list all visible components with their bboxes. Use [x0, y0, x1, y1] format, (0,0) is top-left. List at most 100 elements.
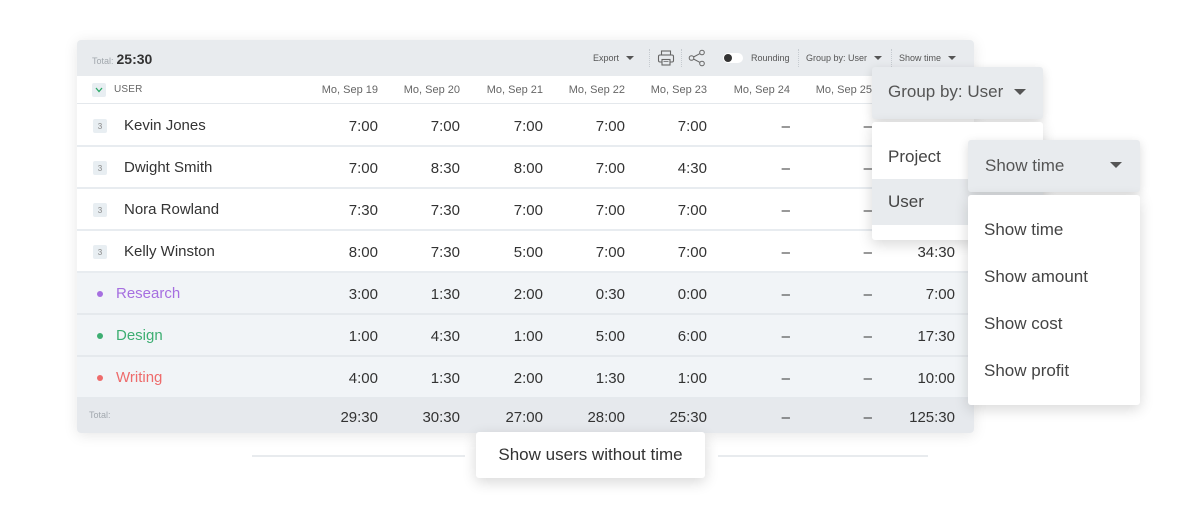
chevron-down-icon	[948, 56, 957, 60]
report-card: Total: 25:30 Export Rounding Group by: U…	[77, 40, 974, 433]
time-cell: –	[781, 286, 790, 303]
option-label: Show time	[984, 220, 1064, 239]
project-color-dot	[97, 333, 103, 339]
time-cell: 30:30	[422, 409, 460, 426]
chevron-down-icon	[95, 87, 103, 93]
share-button[interactable]	[688, 40, 706, 76]
totals-row: Total: 29:30 30:30 27:00 28:00 25:30 – – 125:30	[77, 399, 974, 433]
export-button[interactable]: Export	[593, 40, 635, 76]
row-total-cell: 34:30	[917, 244, 955, 261]
time-cell: 28:00	[587, 409, 625, 426]
time-cell: 1:00	[348, 328, 378, 345]
project-row[interactable]: Writing 4:00 1:30 2:00 1:30 1:00 – – 10:00	[77, 357, 974, 399]
time-cell: 8:30	[430, 160, 460, 177]
option-label: Show profit	[984, 361, 1070, 380]
collapse-toggle[interactable]	[92, 83, 106, 97]
toolbar-divider	[891, 49, 892, 67]
time-cell: 7:00	[348, 118, 378, 135]
time-cell: 7:30	[430, 244, 460, 261]
toolbar-divider	[681, 49, 682, 67]
toolbar-total-label: Total:	[92, 56, 114, 66]
time-cell: 7:00	[513, 118, 543, 135]
user-row[interactable]: 3 Kelly Winston 8:00 7:30 5:00 7:00 7:00 – – 34:3…	[77, 231, 974, 273]
printer-icon	[657, 50, 675, 66]
time-cell: –	[863, 370, 872, 387]
show-dropdown-label: Show time	[985, 156, 1065, 175]
user-row[interactable]: 3 Dwight Smith 7:00 8:30 8:00 7:00 4:30 – –	[77, 147, 974, 189]
show-dropdown-button[interactable]: Show time	[968, 140, 1140, 192]
time-cell: 7:00	[595, 118, 625, 135]
time-cell: 0:30	[595, 286, 625, 303]
group-by-dropdown-button[interactable]: Group by: User	[872, 67, 1043, 119]
row-total-cell: 10:00	[917, 370, 955, 387]
time-cell: 7:00	[513, 202, 543, 219]
time-cell: 1:30	[430, 370, 460, 387]
user-row[interactable]: 3 Kevin Jones 7:00 7:00 7:00 7:00 7:00 – –	[77, 105, 974, 147]
caret-down-icon	[1110, 162, 1122, 168]
project-color-dot	[97, 291, 103, 297]
user-count-badge: 3	[93, 119, 107, 133]
time-cell: 29:30	[340, 409, 378, 426]
print-button[interactable]	[657, 40, 675, 76]
option-label: User	[888, 192, 924, 211]
toggle-knob	[724, 54, 732, 62]
time-cell: 2:00	[513, 286, 543, 303]
project-row[interactable]: Design 1:00 4:30 1:00 5:00 6:00 – – 17:30	[77, 315, 974, 357]
time-cell: –	[781, 202, 790, 219]
table-header: USER Mo, Sep 19 Mo, Sep 20 Mo, Sep 21 Mo…	[77, 76, 974, 104]
rounding-label: Rounding	[751, 53, 790, 63]
project-row[interactable]: Research 3:00 1:30 2:00 0:30 0:00 – – 7:00	[77, 273, 974, 315]
time-cell: 5:00	[595, 328, 625, 345]
show-menu: Show time Show amount Show cost Show pro…	[968, 195, 1140, 405]
time-cell: 7:00	[348, 160, 378, 177]
rounding-toggle[interactable]: Rounding	[723, 40, 790, 76]
group-by-label: Group by: User	[806, 53, 868, 63]
time-cell: 8:00	[348, 244, 378, 261]
time-cell: –	[863, 160, 872, 177]
column-header: Mo, Sep 21	[486, 84, 543, 96]
toolbar-divider	[798, 49, 799, 67]
time-cell: –	[781, 370, 790, 387]
time-cell: 7:30	[430, 202, 460, 219]
time-cell: 7:00	[430, 118, 460, 135]
time-cell: –	[781, 160, 790, 177]
time-cell: –	[781, 328, 790, 345]
column-header: Mo, Sep 24	[733, 84, 790, 96]
show-option-time[interactable]: Show time	[968, 208, 1140, 252]
rounding-switch[interactable]	[723, 53, 743, 63]
time-cell: 1:00	[513, 328, 543, 345]
time-cell: 3:00	[348, 286, 378, 303]
time-cell: 7:30	[348, 202, 378, 219]
show-option-amount[interactable]: Show amount	[968, 255, 1140, 299]
time-cell: –	[781, 118, 790, 135]
option-label: Show cost	[984, 314, 1063, 333]
time-cell: 4:30	[677, 160, 707, 177]
chevron-down-icon	[874, 56, 883, 60]
export-label: Export	[593, 53, 620, 63]
time-cell: –	[863, 202, 872, 219]
time-cell: 1:30	[430, 286, 460, 303]
column-header: Mo, Sep 19	[321, 84, 378, 96]
group-by-button[interactable]: Group by: User	[806, 40, 883, 76]
time-cell: 7:00	[677, 244, 707, 261]
show-option-profit[interactable]: Show profit	[968, 349, 1140, 393]
project-name: Writing	[116, 369, 163, 386]
time-cell: –	[863, 409, 872, 426]
row-total-cell: 17:30	[917, 328, 955, 345]
option-label: Show amount	[984, 267, 1088, 286]
time-cell: 7:00	[595, 244, 625, 261]
user-count-badge: 3	[93, 161, 107, 175]
divider-line	[252, 455, 465, 457]
time-cell: 5:00	[513, 244, 543, 261]
toolbar-total: Total: 25:30	[92, 51, 152, 67]
show-users-without-time-button[interactable]: Show users without time	[476, 432, 705, 478]
divider-line	[718, 455, 928, 457]
user-count-badge: 3	[93, 203, 107, 217]
share-icon	[688, 49, 705, 67]
show-option-cost[interactable]: Show cost	[968, 302, 1140, 346]
option-label: Project	[888, 146, 941, 166]
user-row[interactable]: 3 Nora Rowland 7:30 7:30 7:00 7:00 7:00 – –	[77, 189, 974, 231]
time-cell: 25:30	[669, 409, 707, 426]
user-name: Dwight Smith	[124, 159, 213, 176]
column-header: Mo, Sep 20	[403, 84, 460, 96]
